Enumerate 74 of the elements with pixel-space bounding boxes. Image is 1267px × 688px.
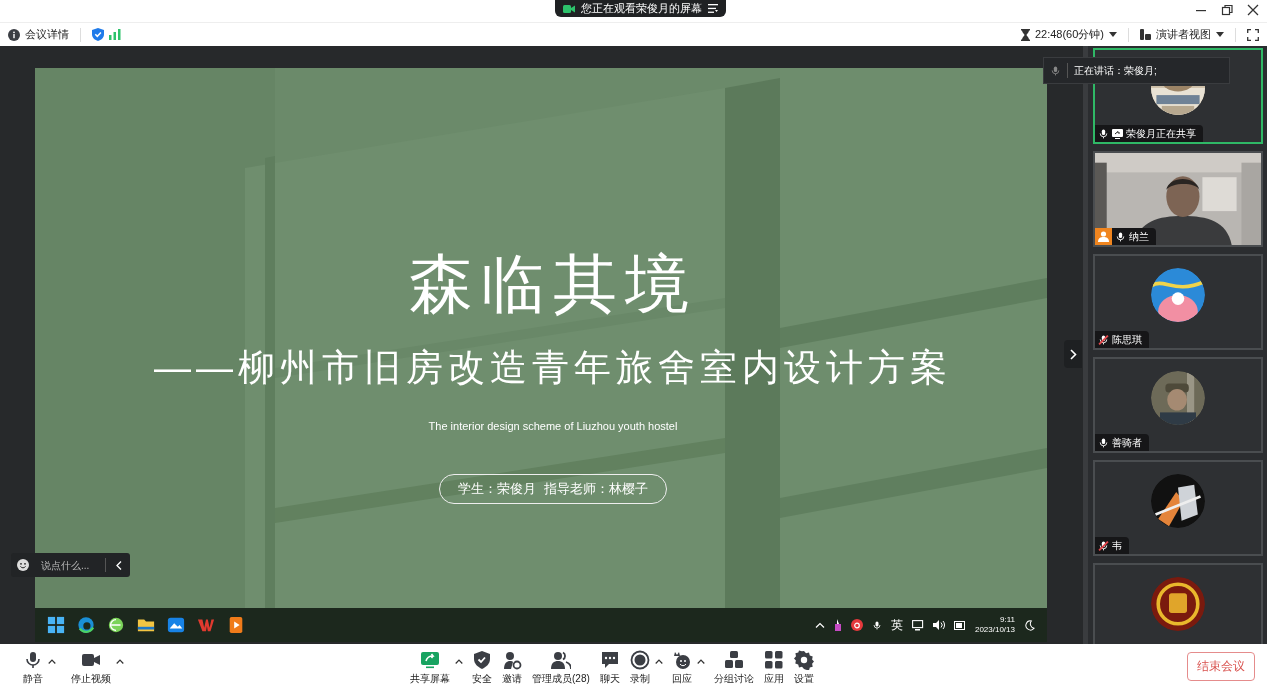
toolbar-button[interactable]: 设置 [788,646,819,686]
share-screen-icon [420,649,440,670]
player-icon[interactable] [227,616,245,634]
restore-icon[interactable] [1219,2,1235,18]
end-meeting-button[interactable]: 结束会议 [1187,651,1255,681]
toolbar-button[interactable]: 安全 [467,646,497,686]
collapse-icon[interactable] [116,560,122,570]
speaker-icon[interactable] [932,620,945,630]
toolbar-button[interactable]: 聊天 [594,646,625,686]
chevron-right-icon [1069,348,1077,360]
participant-tile[interactable]: 韦 [1093,460,1263,556]
share-banner[interactable]: 您正在观看荣俊月的屏幕 [555,0,726,17]
clock-date: 2023/10/13 [974,625,1015,635]
toolbar-button[interactable]: 录制 [624,646,655,686]
participant-name: 纳兰 [1129,229,1149,244]
expand-button[interactable] [1064,340,1082,368]
participant-tile[interactable]: 陈思琪 [1093,254,1263,350]
toolbar-button[interactable]: 邀请 [497,646,527,686]
chat-icon [599,649,620,670]
chat-input[interactable]: 说点什么... [11,553,130,577]
windows-icon[interactable] [47,616,65,634]
participant-name: 韦 [1112,538,1122,553]
hourglass-icon [1020,28,1030,41]
close-icon[interactable] [1245,2,1261,18]
caret-icon[interactable] [1109,32,1117,37]
caret-icon[interactable] [116,658,124,664]
breakout-icon [723,649,744,670]
emoji-icon[interactable] [17,559,29,571]
participant-tile[interactable] [1093,563,1263,644]
chevron-up-icon[interactable] [814,622,825,628]
banner-text: 您正在观看荣俊月的屏幕 [581,1,702,16]
participant-name: 陈思琪 [1112,332,1142,347]
toolbar-button[interactable]: 共享屏幕 [405,646,455,686]
people-icon [550,649,571,670]
menu-icon[interactable] [708,4,718,13]
caret-icon[interactable] [48,658,56,664]
info-icon[interactable] [8,28,20,41]
shield-icon [472,649,492,670]
microphone-icon [23,649,43,670]
globe-icon[interactable] [107,616,125,634]
slide-title: 森临其境 [409,248,697,320]
caret-icon[interactable] [696,658,705,664]
toolbar-button[interactable]: 停止视频 [66,646,116,686]
microphone-icon [1050,64,1061,77]
record-icon [629,649,650,670]
photos-icon[interactable] [167,616,185,634]
fullscreen-icon[interactable] [1247,28,1259,41]
slide-subtitle: The interior design scheme of Liuzhou youth hostel [428,419,678,434]
caret-icon[interactable] [1216,32,1224,37]
toolbar-button[interactable]: 应用 [758,646,789,686]
toolbar-button[interactable]: 静音 [18,646,48,686]
view-mode-button[interactable]: 演讲者视图 [1156,27,1211,42]
toolbar-button[interactable]: 管理成员(28) [527,646,595,686]
invite-icon [502,649,522,670]
moon-icon[interactable] [1024,619,1035,631]
apps-icon [763,649,784,670]
settings-icon [793,649,814,670]
caret-icon[interactable] [455,658,463,664]
browser-icon[interactable] [77,616,95,634]
toolbar-button[interactable]: 分组讨论 [708,646,759,686]
participant-tile[interactable]: 善骑者 [1093,357,1263,453]
slide-subtitle: ——柳州市旧房改造青年旅舍室内设计方案 [154,346,952,390]
meeting-timer: 22:48(60分钟) [1034,27,1104,42]
layout-icon [1140,29,1151,40]
toolbar-button[interactable]: 回应 [666,646,697,686]
shield-icon[interactable] [92,28,104,41]
clock-time: 9:11 [1000,615,1015,625]
camera-icon [563,3,575,14]
participant-tile[interactable]: 纳兰 [1093,151,1263,247]
input-method-indicator[interactable]: 英 [890,616,903,634]
participant-name: 善骑者 [1112,435,1142,450]
caret-icon[interactable] [654,658,663,664]
meeting-details-link[interactable]: 会议详情 [25,27,69,42]
participant-name: 荣俊月正在共享 [1126,126,1196,141]
